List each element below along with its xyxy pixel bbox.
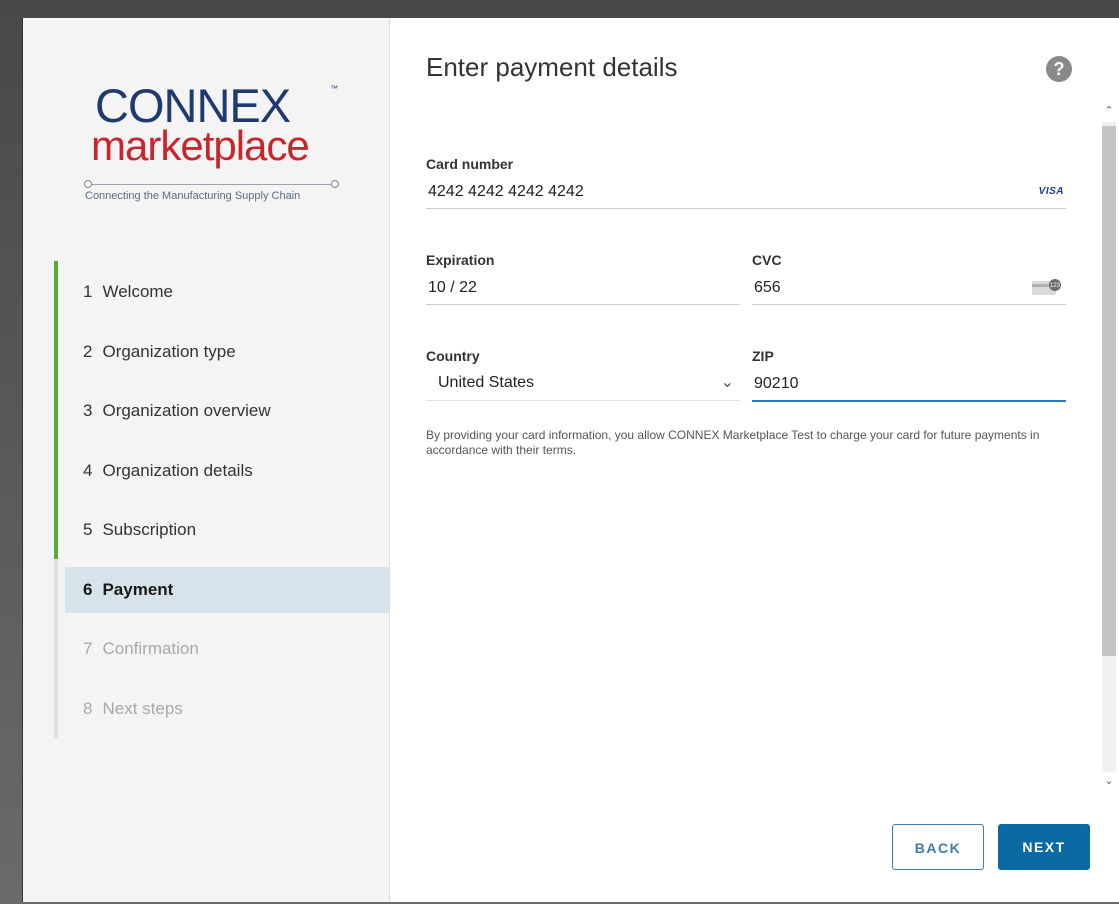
step-organization-details[interactable]: 4 Organization details [65,448,389,494]
step-confirmation: 7 Confirmation [65,626,389,672]
logo-divider [87,184,335,185]
payment-panel: Enter payment details ? ⌃ ⌄ Card number … [390,18,1119,902]
scroll-down-icon[interactable]: ⌄ [1102,774,1116,787]
step-label: Organization details [102,460,253,480]
step-welcome[interactable]: 1 Welcome [65,269,389,315]
step-subscription[interactable]: 5 Subscription [65,507,389,553]
step-label: Organization overview [102,401,271,420]
zip-input[interactable] [752,370,1066,398]
next-button[interactable]: NEXT [998,824,1090,870]
logo-trademark: ™ [330,84,338,93]
steps-progress-track [54,261,58,739]
help-icon[interactable]: ? [1046,56,1072,82]
step-label: Payment [102,579,174,599]
card-authorization-disclaimer: By providing your card information, you … [426,428,1040,457]
card-cvc-icon: 123 [1032,279,1061,295]
step-organization-overview[interactable]: 3 Organization overview [65,388,389,434]
expiration-input[interactable] [426,274,740,302]
step-number: 2 [83,341,93,361]
svg-text:123: 123 [1050,283,1061,289]
logo-product: marketplace [91,122,310,169]
country-select[interactable]: United States ⌄ [426,370,740,401]
step-payment[interactable]: 6 Payment [65,566,389,613]
step-number: 7 [83,639,93,658]
back-button[interactable]: BACK [892,824,984,870]
setup-wizard-dialog: CONNEX ™ marketplace Connecting the Manu… [22,18,1119,902]
step-number: 1 [83,282,93,301]
logo-dot-right [331,180,339,188]
step-next-steps: 8 Next steps [65,686,389,732]
country-value: United States [438,374,535,391]
step-label: Next steps [102,698,183,718]
connex-logo: CONNEX ™ marketplace Connecting the Manu… [84,78,345,218]
step-label: Subscription [102,520,197,539]
card-number-label: Card number [426,156,514,172]
step-number: 5 [83,520,93,539]
zip-label: ZIP [752,348,774,364]
chevron-down-icon: ⌄ [720,374,734,391]
step-number: 6 [83,579,93,599]
expiration-field[interactable] [426,274,740,305]
expiration-label: Expiration [426,252,495,268]
cvc-field[interactable]: 123 [752,274,1066,305]
logo-tagline: Connecting the Manufacturing Supply Chai… [85,190,301,202]
card-number-field[interactable]: VISA [426,178,1066,209]
page-title: Enter payment details [426,52,678,82]
step-organization-type[interactable]: 2 Organization type [65,329,389,375]
step-label: Organization type [102,341,236,361]
scroll-up-icon[interactable]: ⌃ [1102,104,1116,117]
step-label: Confirmation [102,639,199,658]
scroll-thumb[interactable] [1102,126,1116,656]
card-number-input[interactable] [426,178,1066,206]
cvc-label: CVC [752,252,782,268]
cvc-input[interactable] [752,274,1066,302]
country-label: Country [426,348,480,364]
panel-scrollbar[interactable]: ⌃ ⌄ [1098,102,1119,792]
step-number: 4 [83,460,93,480]
step-number: 3 [83,401,93,420]
steps-progress-fill [54,261,58,559]
wizard-sidebar: CONNEX ™ marketplace Connecting the Manu… [23,18,390,902]
visa-icon: VISA [1038,186,1064,197]
step-number: 8 [83,698,93,718]
logo-dot-left [84,180,92,188]
zip-field[interactable] [752,370,1066,402]
step-label: Welcome [102,282,174,301]
